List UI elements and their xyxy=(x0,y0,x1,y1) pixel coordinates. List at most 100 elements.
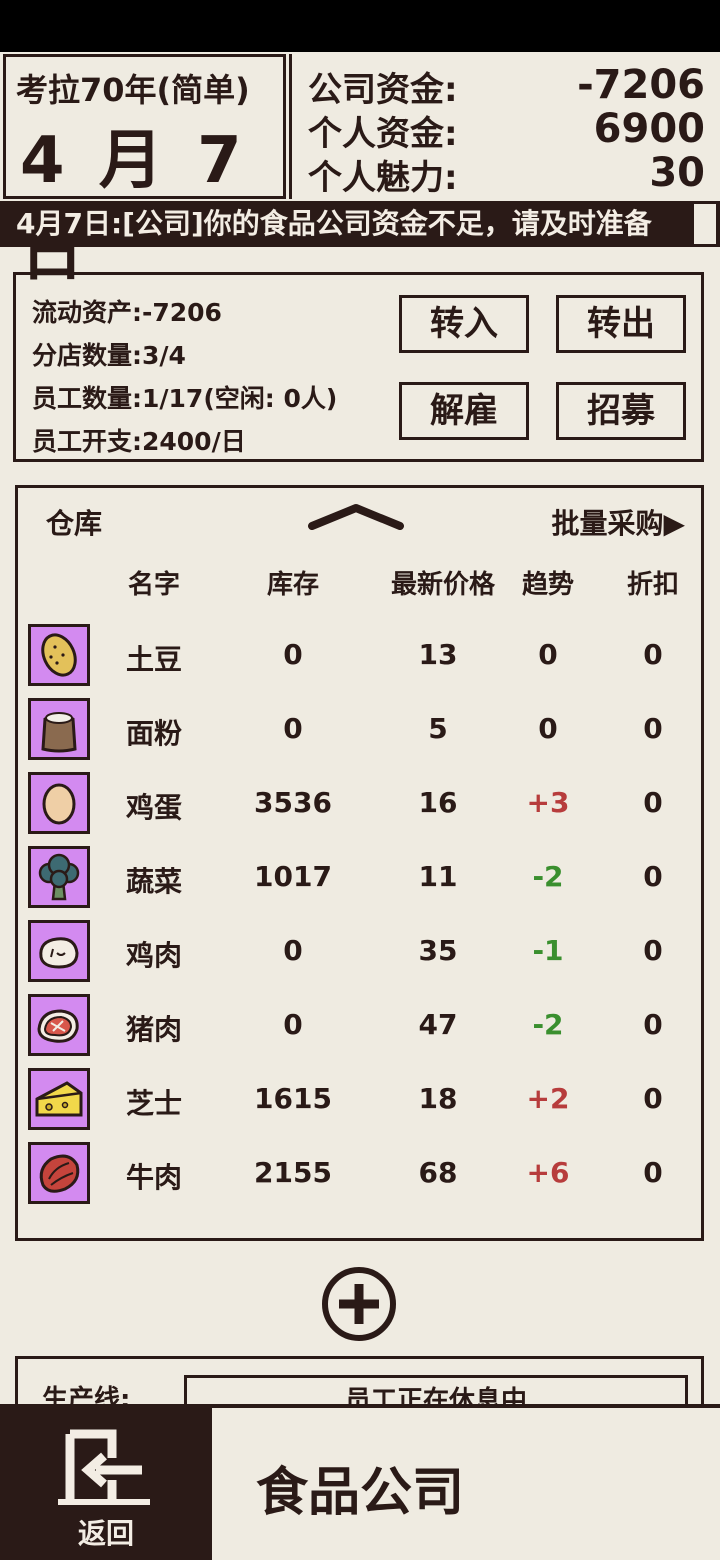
broccoli-icon xyxy=(28,846,90,908)
item-discount: 0 xyxy=(643,638,663,671)
personal-funds-row: 个人资金: 6900 xyxy=(308,106,705,154)
stat-value: -7206 xyxy=(577,62,705,108)
item-discount: 0 xyxy=(643,1008,663,1041)
news-ticker: 4月7日:[公司]你的食品公司资金不足，请及时准备 xyxy=(0,201,720,247)
item-discount: 0 xyxy=(643,860,663,893)
stat-label: 个人资金: xyxy=(308,114,458,154)
item-name: 土豆 xyxy=(125,643,182,676)
item-price: 5 xyxy=(428,712,448,745)
item-trend: -2 xyxy=(532,1008,564,1041)
stats-panel: 公司资金: -7206 个人资金: 6900 个人魅力: 30 xyxy=(289,54,717,199)
transfer-in-button[interactable]: 转入 xyxy=(399,295,529,353)
column-header-discount: 折扣 xyxy=(626,570,679,600)
item-name: 鸡肉 xyxy=(125,939,182,972)
table-row[interactable]: 土豆 0 13 0 0 xyxy=(18,618,701,692)
egg-icon xyxy=(28,772,90,834)
employee-expense: 员工开支:2400/日 xyxy=(32,427,246,456)
table-row[interactable]: 芝士 1615 18 +2 0 xyxy=(18,1062,701,1136)
item-name: 芝士 xyxy=(125,1087,182,1120)
date-panel: 考拉70年(简单) 4 月 7 日 xyxy=(3,54,286,290)
item-stock: 3536 xyxy=(254,786,332,819)
item-name: 猪肉 xyxy=(125,1013,182,1046)
item-discount: 0 xyxy=(643,1082,663,1115)
pork-icon xyxy=(28,994,90,1056)
ticker-text: 4月7日:[公司]你的食品公司资金不足，请及时准备 xyxy=(16,207,652,240)
potato-icon xyxy=(28,624,90,686)
item-price: 18 xyxy=(418,1082,458,1115)
employee-count: 员工数量:1/17(空闲: 0人) xyxy=(32,384,338,413)
transfer-out-button[interactable]: 转出 xyxy=(556,295,686,353)
item-stock: 0 xyxy=(283,638,303,671)
bulk-purchase-label: 批量采购 xyxy=(551,507,664,540)
table-row[interactable]: 蔬菜 1017 11 -2 0 xyxy=(18,840,701,914)
item-name: 面粉 xyxy=(125,717,182,750)
item-discount: 0 xyxy=(643,934,663,967)
back-button[interactable]: 返回 xyxy=(0,1404,212,1560)
stat-label: 个人魅力: xyxy=(308,158,458,198)
back-label: 返回 xyxy=(77,1517,134,1550)
item-stock: 0 xyxy=(283,1008,303,1041)
flour-sack-icon xyxy=(28,698,90,760)
warehouse-panel: 仓库 批量采购▶ 名字 库存 最新价格 趋势 折扣 土豆 0 13 0 0 面粉… xyxy=(15,485,704,1241)
play-arrow-icon: ▶ xyxy=(663,507,685,540)
item-trend: -2 xyxy=(532,860,564,893)
fire-button[interactable]: 解雇 xyxy=(399,382,529,440)
table-row[interactable]: 猪肉 0 47 -2 0 xyxy=(18,988,701,1062)
item-price: 11 xyxy=(418,860,458,893)
exit-door-icon xyxy=(58,1429,150,1505)
cheese-icon xyxy=(28,1068,90,1130)
stat-label: 公司资金: xyxy=(308,70,458,110)
item-discount: 0 xyxy=(643,1156,663,1189)
item-price: 13 xyxy=(418,638,458,671)
item-discount: 0 xyxy=(643,786,663,819)
item-trend: 0 xyxy=(538,638,558,671)
warehouse-title: 仓库 xyxy=(46,507,103,540)
item-stock: 1017 xyxy=(254,860,332,893)
company-title-area: 食品公司 xyxy=(212,1408,720,1560)
item-stock: 0 xyxy=(283,934,303,967)
item-trend: 0 xyxy=(538,712,558,745)
item-price: 68 xyxy=(418,1156,458,1189)
column-header-trend: 趋势 xyxy=(521,570,574,600)
table-row[interactable]: 牛肉 2155 68 +6 0 xyxy=(18,1136,701,1210)
company-title: 食品公司 xyxy=(256,1463,465,1523)
production-status: 员工正在休息中 xyxy=(184,1375,688,1404)
item-price: 47 xyxy=(418,1008,458,1041)
item-trend: +2 xyxy=(526,1082,570,1115)
bottom-bar: 返回 食品公司 xyxy=(0,1404,720,1560)
column-header-name: 名字 xyxy=(127,570,180,600)
chicken-icon xyxy=(28,920,90,982)
column-header-stock: 库存 xyxy=(266,570,319,600)
ticker-end-block xyxy=(694,204,716,244)
company-info-panel: 流动资产:-7206 分店数量:3/4 员工数量:1/17(空闲: 0人) 员工… xyxy=(13,272,704,462)
item-trend: +3 xyxy=(526,786,570,819)
branch-count: 分店数量:3/4 xyxy=(32,341,186,370)
column-header-price: 最新价格 xyxy=(390,570,495,600)
charm-row: 个人魅力: 30 xyxy=(308,150,705,198)
stat-value: 6900 xyxy=(593,106,705,152)
item-stock: 1615 xyxy=(254,1082,332,1115)
company-funds-row: 公司资金: -7206 xyxy=(308,62,705,110)
collapse-chevron-icon[interactable] xyxy=(308,500,404,532)
year-label: 考拉70年(简单) xyxy=(16,71,250,109)
stat-value: 30 xyxy=(649,150,705,196)
bulk-purchase-button[interactable]: 批量采购▶ xyxy=(551,502,685,542)
item-trend: +6 xyxy=(526,1156,570,1189)
item-price: 35 xyxy=(418,934,458,967)
add-circle-icon[interactable] xyxy=(321,1266,397,1342)
table-row[interactable]: 鸡肉 0 35 -1 0 xyxy=(18,914,701,988)
item-stock: 0 xyxy=(283,712,303,745)
recruit-button[interactable]: 招募 xyxy=(556,382,686,440)
beef-icon xyxy=(28,1142,90,1204)
table-row[interactable]: 面粉 0 5 0 0 xyxy=(18,692,701,766)
status-bar xyxy=(0,0,720,52)
current-assets: 流动资产:-7206 xyxy=(32,298,222,327)
item-price: 16 xyxy=(418,786,458,819)
production-line-label: 生产线: xyxy=(42,1385,131,1404)
item-discount: 0 xyxy=(643,712,663,745)
item-trend: -1 xyxy=(532,934,564,967)
item-stock: 2155 xyxy=(254,1156,332,1189)
item-name: 牛肉 xyxy=(125,1161,182,1194)
table-row[interactable]: 鸡蛋 3536 16 +3 0 xyxy=(18,766,701,840)
item-name: 蔬菜 xyxy=(125,865,182,898)
